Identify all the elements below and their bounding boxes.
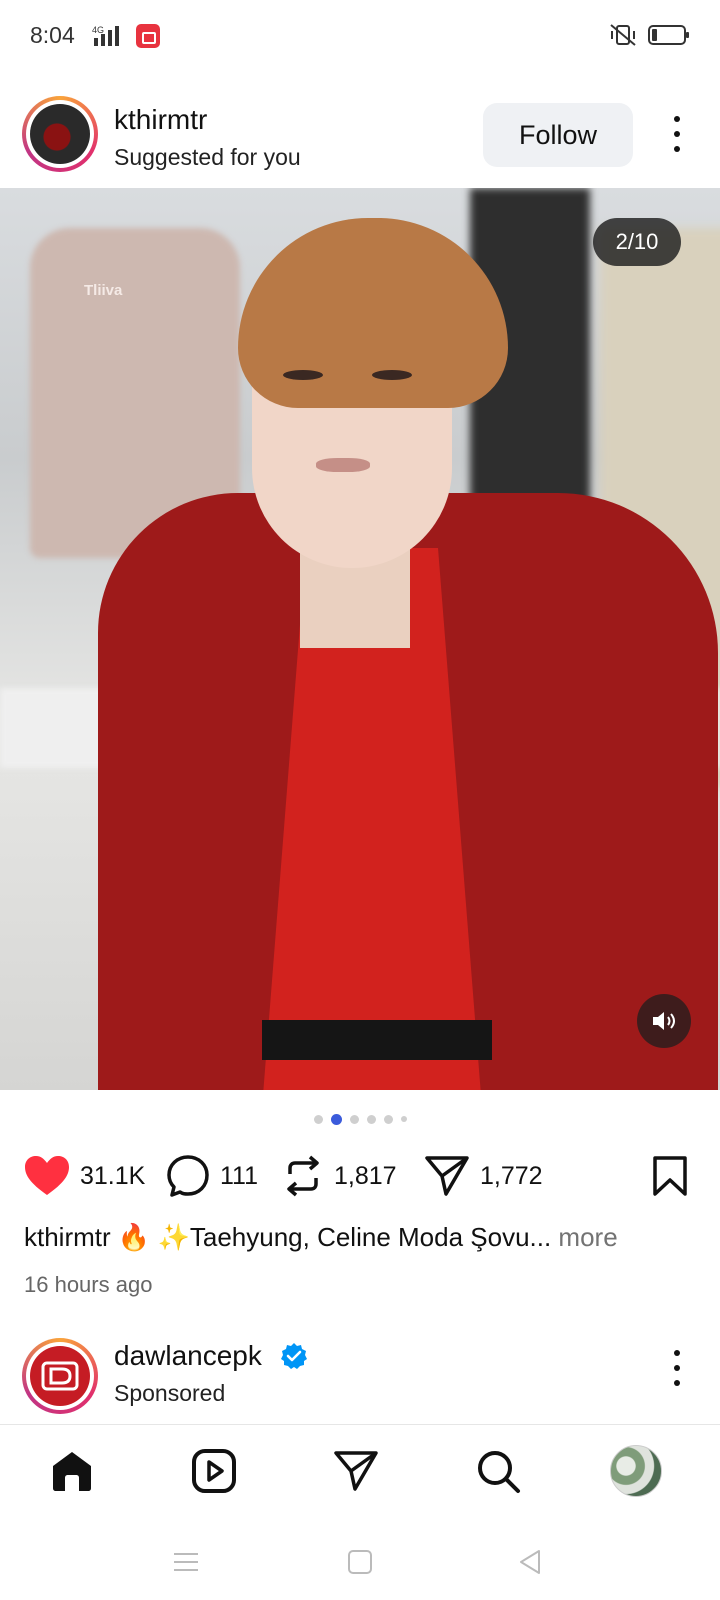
volume-icon[interactable] (637, 994, 691, 1048)
subject-belt (262, 1020, 492, 1060)
direct-message-icon[interactable] (330, 1445, 382, 1497)
carousel-dot (366, 1114, 376, 1124)
heart-icon (25, 1156, 69, 1195)
repost-icon (287, 1155, 319, 1197)
slide-counter: 2/10 (593, 218, 681, 266)
photo-watermark: Tliiva (84, 282, 123, 299)
subject-hair (238, 218, 508, 408)
post-actions: 31.1K 111 1,817 1,772 (0, 1148, 720, 1204)
post-caption[interactable]: kthirmtr 🔥 ✨Taehyung, Celine Moda Şovu..… (24, 1222, 704, 1253)
share-button[interactable]: 1,772 (424, 1148, 543, 1204)
status-right-icons (608, 22, 690, 53)
save-button[interactable] (652, 1148, 688, 1204)
verified-badge-icon (280, 1342, 308, 1375)
carousel-dot (349, 1114, 359, 1124)
post-timestamp: 16 hours ago (24, 1272, 153, 1297)
screen-record-icon (136, 24, 160, 48)
home-square-icon[interactable] (340, 1544, 380, 1580)
post-media[interactable]: Tliiva 2/10 (0, 188, 720, 1090)
post-header: kthirmtr Suggested for you Follow (0, 92, 720, 184)
menu-icon[interactable] (166, 1544, 206, 1580)
search-icon[interactable] (472, 1445, 524, 1497)
battery-icon (648, 23, 690, 52)
caption-username[interactable]: kthirmtr (24, 1222, 111, 1252)
subject-lips (316, 458, 370, 472)
signal-icon: 4G (86, 24, 126, 53)
sponsor-username[interactable]: dawlancepk (114, 1340, 262, 1372)
back-icon[interactable] (510, 1544, 550, 1580)
follow-button[interactable]: Follow (483, 103, 633, 167)
carousel-dot-active (330, 1113, 342, 1125)
carousel-indicator (0, 1112, 720, 1126)
status-time: 8:04 (30, 22, 75, 48)
status-bar: 8:04 4G (0, 0, 720, 72)
avatar-image (30, 104, 90, 164)
carousel-dot (383, 1114, 393, 1124)
profile-avatar[interactable] (610, 1445, 662, 1497)
comment-button[interactable]: 111 (166, 1148, 258, 1204)
system-nav-bar (0, 1516, 720, 1600)
suggested-label: Suggested for you (114, 144, 301, 170)
dawlance-logo-icon (30, 1346, 90, 1406)
caption-more-link[interactable]: more (551, 1222, 617, 1252)
sponsored-label: Sponsored (114, 1380, 226, 1406)
next-post-header: dawlancepk Sponsored (0, 1334, 720, 1426)
subject-eye (372, 370, 412, 380)
comment-count: 111 (220, 1161, 259, 1190)
sponsor-avatar[interactable] (22, 1338, 98, 1414)
like-button[interactable]: 31.1K (24, 1148, 145, 1204)
subject-eye (283, 370, 323, 380)
more-options-icon[interactable] (660, 112, 694, 156)
home-icon[interactable] (46, 1445, 98, 1497)
post-username[interactable]: kthirmtr (114, 104, 207, 136)
bottom-nav (0, 1424, 720, 1516)
mute-vibrate-icon (608, 22, 638, 53)
like-count: 31.1K (80, 1161, 146, 1190)
reels-icon[interactable] (188, 1445, 240, 1497)
carousel-dot (400, 1116, 407, 1122)
share-count: 1,772 (480, 1161, 543, 1190)
network-type-label: 4G (92, 25, 104, 35)
avatar[interactable] (22, 96, 98, 172)
carousel-dot (313, 1114, 323, 1124)
caption-text: 🔥 ✨Taehyung, Celine Moda Şovu (110, 1222, 530, 1252)
repost-button[interactable]: 1,817 (282, 1148, 397, 1204)
send-icon (425, 1156, 469, 1196)
caption-ellipsis: ... (529, 1222, 552, 1252)
more-options-icon[interactable] (660, 1346, 694, 1390)
comment-icon (167, 1155, 209, 1197)
bookmark-icon (653, 1156, 687, 1196)
repost-count: 1,817 (334, 1161, 397, 1190)
